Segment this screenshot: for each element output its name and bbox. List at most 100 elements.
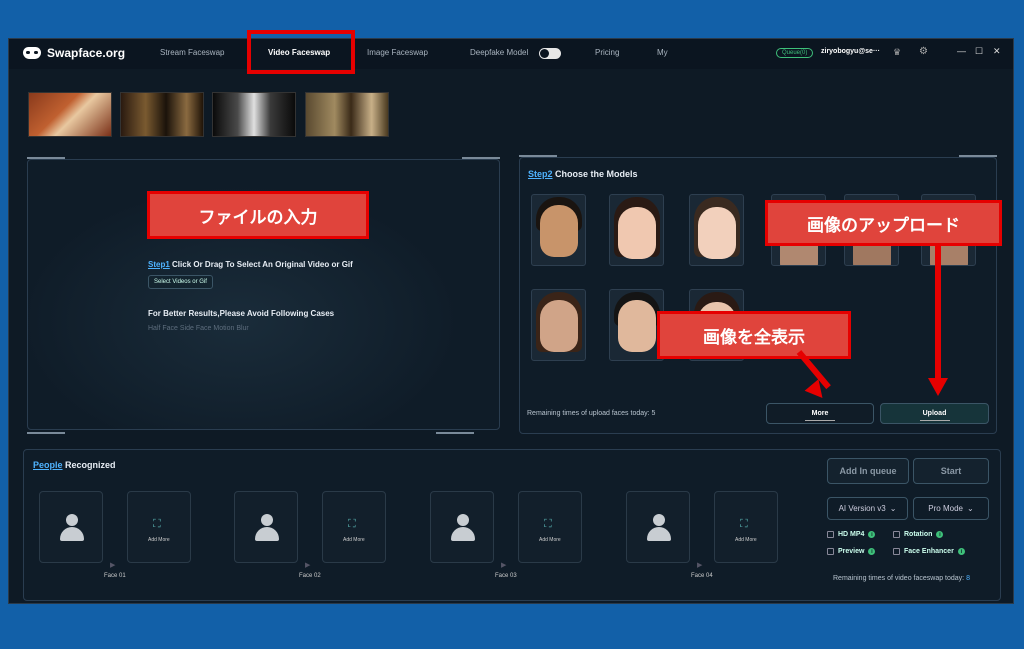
queue-badge[interactable]: Queue(0) <box>776 48 814 58</box>
info-icon[interactable]: i <box>936 531 944 538</box>
info-icon[interactable]: i <box>957 548 965 555</box>
source-face-card[interactable] <box>626 491 690 563</box>
nav-pricing[interactable]: Pricing <box>595 48 619 57</box>
step2-label: Step2 Choose the Models <box>528 169 638 179</box>
mask-icon <box>23 47 41 59</box>
tips-list: Half Face Side Face Motion Blur <box>148 325 249 332</box>
nav-deepfake-model[interactable]: Deepfake Model <box>470 48 528 57</box>
face-enhancer-option[interactable]: Face Enhancer i <box>893 548 965 555</box>
more-label: More <box>811 410 829 417</box>
add-face-card[interactable]: ⛶ Add More <box>714 491 778 563</box>
select-video-button[interactable]: Select Videos or Gif <box>148 275 213 289</box>
face-label: Face 04 <box>691 573 713 579</box>
close-icon[interactable]: ✕ <box>993 46 1001 57</box>
model-card[interactable] <box>531 194 586 266</box>
video-remaining-count: 8 <box>966 575 970 582</box>
user-email[interactable]: ziryobogyu@se··· <box>821 48 880 55</box>
option-label: HD MP4 <box>838 531 865 538</box>
option-label: Rotation <box>904 531 933 538</box>
video-thumbnail[interactable] <box>120 92 204 137</box>
tips-title: For Better Results,Please Avoid Followin… <box>148 309 335 318</box>
model-card[interactable] <box>609 194 664 266</box>
step1-label: Step1 Click Or Drag To Select An Origina… <box>148 260 353 269</box>
maximize-icon[interactable]: ☐ <box>975 46 983 57</box>
highlight-video-faceswap <box>247 30 355 74</box>
version-value: AI Version v3 <box>838 504 886 513</box>
upload-label: Upload <box>922 410 947 417</box>
source-face-card[interactable] <box>430 491 494 563</box>
crown-icon[interactable]: ♛ <box>893 47 901 58</box>
person-icon <box>451 514 475 544</box>
step2-prefix: Step2 <box>528 169 553 179</box>
preview-option[interactable]: Preview i <box>827 548 876 555</box>
deepfake-toggle[interactable] <box>539 48 561 59</box>
people-text: Recognized <box>65 460 116 470</box>
corner-accent <box>462 157 500 159</box>
button-underline <box>919 420 950 421</box>
app-logo[interactable]: Swapface.org <box>23 46 125 60</box>
annotation-show-all: 画像を全表示 <box>657 311 851 359</box>
hd-mp4-option[interactable]: HD MP4 i <box>827 531 876 538</box>
version-select[interactable]: AI Version v3 ⌄ <box>827 497 908 520</box>
face-label: Face 01 <box>104 573 126 579</box>
checkbox[interactable] <box>827 548 834 555</box>
option-label: Preview <box>838 548 865 555</box>
face-scan-icon: ⛶ <box>544 518 552 530</box>
corner-accent <box>519 155 557 157</box>
person-icon <box>647 514 671 544</box>
start-button[interactable]: Start <box>913 458 989 484</box>
step1-prefix: Step1 <box>148 260 170 269</box>
face-label: Face 02 <box>299 573 321 579</box>
model-card[interactable] <box>531 289 586 361</box>
nav-my[interactable]: My <box>657 48 668 57</box>
nav-image-faceswap[interactable]: Image Faceswap <box>367 48 428 57</box>
corner-accent <box>27 157 65 159</box>
checkbox[interactable] <box>893 531 900 538</box>
app-title: Swapface.org <box>47 46 126 60</box>
face-scan-icon: ⛶ <box>740 518 748 530</box>
button-underline <box>805 420 835 421</box>
nav-stream-faceswap[interactable]: Stream Faceswap <box>160 48 224 57</box>
video-thumbnail[interactable] <box>305 92 389 137</box>
video-thumbnail[interactable] <box>212 92 296 137</box>
person-icon <box>60 514 84 544</box>
more-button[interactable]: More <box>766 403 874 424</box>
arrow-right-icon: ▶ <box>501 562 507 569</box>
source-face-card[interactable] <box>234 491 298 563</box>
face-scan-icon: ⛶ <box>153 518 161 530</box>
info-icon[interactable]: i <box>868 548 876 555</box>
checkbox[interactable] <box>893 548 900 555</box>
arrow-right-icon: ▶ <box>697 562 703 569</box>
annotation-file-input: ファイルの入力 <box>147 191 369 239</box>
upload-button[interactable]: Upload <box>880 403 989 424</box>
step2-text: Choose the Models <box>555 169 638 179</box>
source-face-card[interactable] <box>39 491 103 563</box>
add-more-label: Add More <box>343 537 365 543</box>
corner-accent <box>436 432 474 434</box>
add-more-label: Add More <box>148 537 170 543</box>
add-face-card[interactable]: ⛶ Add More <box>518 491 582 563</box>
model-card[interactable] <box>689 194 744 266</box>
upload-remaining: Remaining times of upload faces today: 5 <box>527 410 656 417</box>
checkbox[interactable] <box>827 531 834 538</box>
top-bar: Swapface.org Stream Faceswap Video Faces… <box>9 39 1013 69</box>
corner-accent <box>959 155 997 157</box>
people-prefix: People <box>33 460 63 470</box>
rotation-option[interactable]: Rotation i <box>893 531 944 538</box>
gear-icon[interactable]: ⚙ <box>919 46 928 57</box>
person-icon <box>255 514 279 544</box>
video-remaining: Remaining times of video faceswap today:… <box>833 575 970 582</box>
mode-select[interactable]: Pro Mode ⌄ <box>913 497 989 520</box>
minimize-icon[interactable]: — <box>957 46 966 56</box>
step1-text: Click Or Drag To Select An Original Vide… <box>172 260 353 269</box>
arrow-down-icon <box>928 378 948 396</box>
video-thumbnail[interactable] <box>28 92 112 137</box>
app-window: Swapface.org Stream Faceswap Video Faces… <box>8 38 1014 604</box>
model-card[interactable] <box>609 289 664 361</box>
add-queue-button[interactable]: Add In queue <box>827 458 909 484</box>
add-face-card[interactable]: ⛶ Add More <box>322 491 386 563</box>
add-face-card[interactable]: ⛶ Add More <box>127 491 191 563</box>
chevron-down-icon: ⌄ <box>966 504 974 513</box>
info-icon[interactable]: i <box>868 531 876 538</box>
arrow-right-icon: ▶ <box>110 562 116 569</box>
